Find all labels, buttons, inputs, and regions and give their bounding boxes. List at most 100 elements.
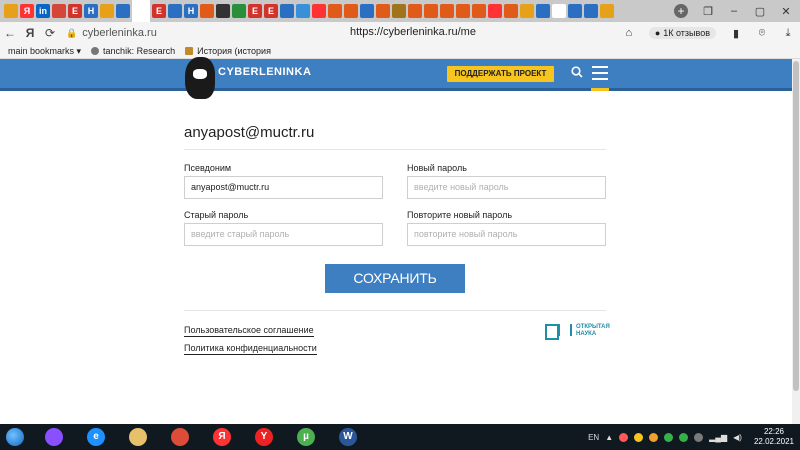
minimize-button[interactable]: – <box>728 5 740 17</box>
old-password-input[interactable]: введите старый пароль <box>184 223 383 246</box>
terms-link[interactable]: Пользовательское соглашение <box>184 325 314 337</box>
doc-icon[interactable] <box>584 4 598 18</box>
open-science-line-2: НАУКА <box>576 331 597 337</box>
grid-icon[interactable] <box>456 4 470 18</box>
doc-icon[interactable] <box>116 4 130 18</box>
alice-icon[interactable] <box>36 425 72 449</box>
network-icon[interactable]: ▂▄▆ <box>709 433 727 442</box>
protect-icon[interactable]: ⌾ <box>756 27 768 40</box>
h-icon[interactable]: H <box>184 4 198 18</box>
site-logo[interactable]: CYBERLENINKA <box>185 57 311 99</box>
grid-icon[interactable] <box>408 4 422 18</box>
chrome-icon[interactable] <box>162 425 198 449</box>
grid-icon[interactable] <box>472 4 486 18</box>
yandex-icon[interactable] <box>312 4 326 18</box>
planet-icon[interactable] <box>280 4 294 18</box>
back-button[interactable]: ← <box>0 26 20 40</box>
grid-icon[interactable] <box>328 4 342 18</box>
open-science-icon <box>545 324 573 340</box>
grid-icon[interactable] <box>424 4 438 18</box>
bookmark-icon[interactable]: ▮ <box>730 27 742 40</box>
e-icon[interactable]: E <box>68 4 82 18</box>
bookmark-history-label: История (история <box>197 46 271 56</box>
url-text[interactable]: https://cyberleninka.ru/me <box>350 26 476 38</box>
collections-icon[interactable]: ❐ <box>702 5 714 18</box>
grid-icon[interactable] <box>376 4 390 18</box>
flag-icon[interactable] <box>360 4 374 18</box>
support-project-button[interactable]: ПОДДЕРЖАТЬ ПРОЕКТ <box>447 66 554 82</box>
e-icon[interactable]: E <box>264 4 278 18</box>
yandex-browser-icon[interactable]: Я <box>204 425 240 449</box>
utorrent-icon[interactable]: µ <box>288 425 324 449</box>
yandex-icon[interactable]: Y <box>246 425 282 449</box>
clock-time: 22:26 <box>763 427 784 436</box>
yandex-icon[interactable]: Я <box>20 4 34 18</box>
tray-arrow-icon[interactable]: ▲ <box>605 433 613 442</box>
tray-app-icon[interactable] <box>664 432 674 442</box>
bookmark-research[interactable]: tanchik: Research <box>91 46 175 56</box>
seal-icon[interactable] <box>392 4 406 18</box>
yandex-browser-icon-glyph: Я <box>213 428 231 446</box>
gmail-icon[interactable] <box>52 4 66 18</box>
translate-icon[interactable]: ⌂ <box>623 27 635 39</box>
word-icon[interactable]: W <box>330 425 366 449</box>
privacy-link[interactable]: Политика конфиденциальности <box>184 343 317 355</box>
tray-app-icon[interactable] <box>679 432 689 442</box>
volume-icon[interactable]: ◀) <box>733 433 742 442</box>
flag-icon[interactable] <box>536 4 550 18</box>
bookmark-history[interactable]: История (история <box>185 46 271 56</box>
yandex-icon[interactable] <box>488 4 502 18</box>
menu-icon[interactable] <box>592 66 608 80</box>
mail-icon[interactable] <box>100 4 114 18</box>
reviews-badge[interactable]: ● 1К отзывов <box>648 27 716 39</box>
e-icon[interactable]: E <box>248 4 262 18</box>
tray-app-icon[interactable] <box>649 432 659 442</box>
reload-button[interactable]: ⟳ <box>40 26 60 40</box>
flag-icon[interactable] <box>552 4 566 18</box>
windows-taskbar: e Я Yµ W EN ▲ ▂▄▆ ◀) 22:26 22.02.2021 <box>0 424 800 450</box>
arrow-icon[interactable] <box>232 4 246 18</box>
mail-icon[interactable] <box>4 4 18 18</box>
cyberleninka-icon[interactable] <box>132 0 150 22</box>
explorer-icon[interactable] <box>120 425 156 449</box>
repeat-password-input[interactable]: повторите новый пароль <box>407 223 606 246</box>
circle-icon[interactable] <box>216 4 230 18</box>
close-button[interactable]: ✕ <box>780 5 792 18</box>
language-indicator[interactable]: EN <box>588 433 599 442</box>
open-science-logo[interactable]: ОТКРЫТАЯ НАУКА <box>545 324 610 340</box>
linkedin-icon[interactable]: in <box>36 4 50 18</box>
grid-icon[interactable] <box>504 4 518 18</box>
doc-icon[interactable] <box>168 4 182 18</box>
tray-app-icon[interactable] <box>634 432 644 442</box>
user-email-heading: anyapost@muctr.ru <box>184 124 315 141</box>
yandex-home-button[interactable]: Я <box>20 26 40 40</box>
new-password-input[interactable]: введите новый пароль <box>407 176 606 199</box>
h-icon[interactable] <box>568 4 582 18</box>
download-icon[interactable]: ⤓ <box>782 27 794 40</box>
grid-icon[interactable] <box>440 4 454 18</box>
nickname-input[interactable]: anyapost@muctr.ru <box>184 176 383 199</box>
h-icon[interactable]: H <box>84 4 98 18</box>
tray-app-icon[interactable] <box>619 432 629 442</box>
search-icon[interactable] <box>571 66 583 81</box>
page-scrollbar[interactable] <box>792 59 800 424</box>
address-bar: ← Я ⟳ 🔒 cyberleninka.ru https://cyberlen… <box>0 22 800 44</box>
scrollbar-thumb[interactable] <box>793 61 799 391</box>
e-icon[interactable]: E <box>152 4 166 18</box>
clock[interactable]: 22:26 22.02.2021 <box>754 427 794 447</box>
maximize-button[interactable]: ▢ <box>754 5 766 18</box>
mail-icon[interactable] <box>520 4 534 18</box>
nickname-label: Псевдоним <box>184 163 232 173</box>
mail-icon[interactable] <box>600 4 614 18</box>
chrome-icon-glyph <box>171 428 189 446</box>
save-button[interactable]: СОХРАНИТЬ <box>325 264 465 293</box>
grid-icon[interactable] <box>344 4 358 18</box>
ie-icon[interactable]: e <box>78 425 114 449</box>
site-host[interactable]: 🔒 cyberleninka.ru <box>66 27 157 39</box>
bird-icon[interactable] <box>296 4 310 18</box>
new-tab-button[interactable]: + <box>674 4 688 18</box>
tray-app-icon[interactable] <box>694 432 704 442</box>
grid-icon[interactable] <box>200 4 214 18</box>
start-button[interactable] <box>0 424 30 450</box>
bookmark-main[interactable]: main bookmarks ▾ <box>8 46 81 57</box>
